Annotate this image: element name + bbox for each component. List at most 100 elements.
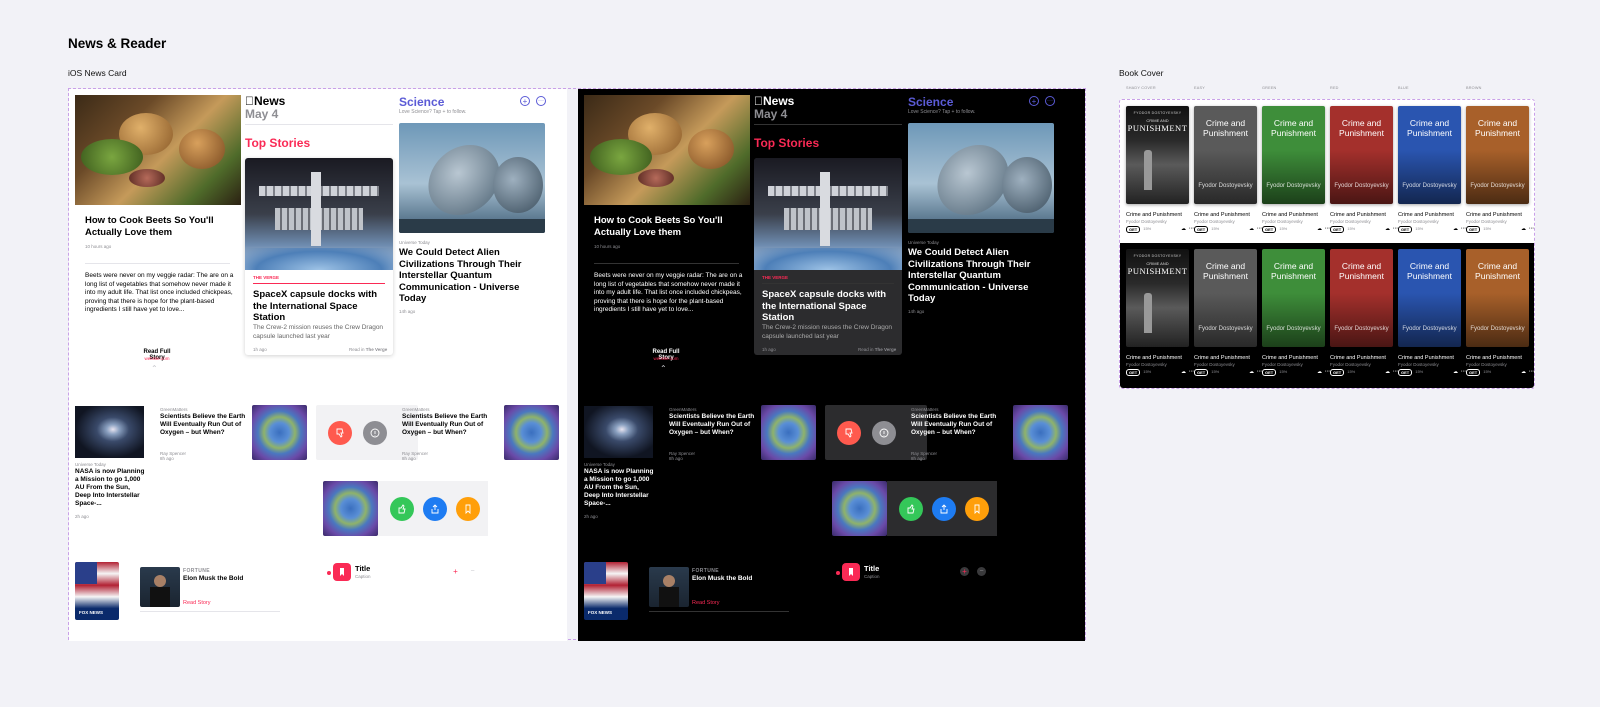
photo-cover-title: PUNISHMENT — [1127, 123, 1188, 133]
book-cover[interactable]: Crime and Punishment Fyodor Dostoyevsky — [1330, 249, 1393, 347]
cloud-icon[interactable]: ☁ — [1249, 369, 1254, 376]
satellite-dish-image[interactable] — [908, 123, 1054, 233]
get-button[interactable]: GET — [1330, 369, 1345, 376]
elon-musk-image[interactable] — [140, 567, 180, 607]
recipe-site[interactable]: website.com — [137, 356, 177, 361]
top-story-card[interactable]: THE VERGE SpaceX capsule docks with the … — [754, 158, 902, 355]
get-button[interactable]: GET — [1262, 226, 1277, 233]
book-cover[interactable]: FYODOR DOSTOYEVSKY CRIME AND PUNISHMENT — [1126, 249, 1189, 347]
recipe-image[interactable] — [584, 95, 750, 205]
ellipsis-icon: ··· — [538, 98, 544, 104]
cloud-icon[interactable]: ☁ — [1385, 226, 1390, 233]
book-cover[interactable]: Crime and Punishment Fyodor Dostoyevsky — [1466, 106, 1529, 204]
cloud-icon[interactable]: ☁ — [1181, 369, 1186, 376]
get-button[interactable]: GET — [1398, 369, 1413, 376]
book-cover[interactable]: Crime and Punishment Fyodor Dostoyevsky — [1398, 249, 1461, 347]
dislike-button[interactable] — [328, 421, 352, 445]
book-meta: Crime and Punishment Fyodor Dostoyevsky GE… — [1126, 212, 1194, 233]
satellite-dish-image[interactable] — [399, 123, 545, 233]
share-button[interactable] — [932, 497, 956, 521]
more-button[interactable]: ··· — [1045, 96, 1055, 106]
book-cover[interactable]: Crime and Punishment Fyodor Dostoyevsky — [1194, 106, 1257, 204]
science-title[interactable]: We Could Detect Alien Civilizations Thro… — [908, 247, 1054, 305]
read-story-link[interactable]: Read Story — [183, 600, 211, 606]
cloud-icon[interactable]: ☁ — [1181, 226, 1186, 233]
book-cover[interactable]: Crime and Punishment Fyodor Dostoyevsky — [1262, 249, 1325, 347]
book-cover[interactable]: FYODOR DOSTOYEVSKY CRIME AND PUNISHMENT — [1126, 106, 1189, 204]
oxygen2-title[interactable]: Scientists Believe the Earth Will Eventu… — [402, 413, 494, 437]
cloud-icon[interactable]: ☁ — [1317, 226, 1322, 233]
chevron-up-icon[interactable]: ⌃ — [660, 364, 667, 373]
share-button[interactable] — [423, 497, 447, 521]
get-button[interactable]: GET — [1466, 369, 1481, 376]
book-cover[interactable]: Crime and Punishment Fyodor Dostoyevsky — [1262, 106, 1325, 204]
earth-image-3[interactable] — [323, 481, 378, 536]
get-button[interactable]: GET — [1262, 369, 1277, 376]
read-story-link[interactable]: Read Story — [692, 600, 720, 606]
like-button[interactable] — [899, 497, 923, 521]
earth-image[interactable] — [761, 405, 816, 460]
ellipsis-icon[interactable]: ··· — [1529, 226, 1534, 233]
get-button[interactable]: GET — [1126, 226, 1141, 233]
recipe-title[interactable]: How to Cook Beets So You'll Actually Lov… — [85, 215, 235, 238]
elon-musk-image[interactable] — [649, 567, 689, 607]
earth-image-2[interactable] — [504, 405, 559, 460]
get-button[interactable]: GET — [1398, 226, 1413, 233]
earth-image[interactable] — [252, 405, 307, 460]
list-title[interactable]: Title — [864, 564, 879, 573]
book-cover[interactable]: Crime and Punishment Fyodor Dostoyevsky — [1330, 106, 1393, 204]
get-button[interactable]: GET — [1194, 369, 1209, 376]
recipe-image[interactable] — [75, 95, 241, 205]
get-button[interactable]: GET — [1466, 226, 1481, 233]
oxygen2-title[interactable]: Scientists Believe the Earth Will Eventu… — [911, 413, 1003, 437]
add-button[interactable]: + — [451, 567, 460, 576]
cloud-icon[interactable]: ☁ — [1249, 226, 1254, 233]
earth-image-2[interactable] — [1013, 405, 1068, 460]
top-story-title[interactable]: SpaceX capsule docks with the Internatio… — [762, 289, 896, 324]
fortune-title[interactable]: Elon Musk the Bold — [692, 575, 752, 582]
recipe-title[interactable]: How to Cook Beets So You'll Actually Lov… — [594, 215, 744, 238]
cloud-icon[interactable]: ☁ — [1453, 369, 1458, 376]
top-story-summary: The Crew-2 mission reuses the Crew Drago… — [762, 324, 893, 340]
nasa-title[interactable]: NASA is now Planning a Mission to go 1,0… — [584, 468, 654, 508]
get-button[interactable]: GET — [1330, 226, 1345, 233]
book-cover[interactable]: Crime and Punishment Fyodor Dostoyevsky — [1398, 106, 1461, 204]
chevron-up-icon[interactable]: ⌃ — [151, 364, 158, 373]
nebula-image[interactable] — [75, 406, 144, 458]
get-button[interactable]: GET — [1126, 369, 1141, 376]
bookmark-button[interactable] — [965, 497, 989, 521]
nasa-title[interactable]: NASA is now Planning a Mission to go 1,0… — [75, 468, 145, 508]
fox-news-thumbnail[interactable]: FOX NEWS — [75, 562, 119, 620]
report-button[interactable] — [872, 421, 896, 445]
like-button[interactable] — [390, 497, 414, 521]
earth-image-3[interactable] — [832, 481, 887, 536]
oxygen-title[interactable]: Scientists Believe the Earth Will Eventu… — [669, 413, 761, 437]
cloud-icon[interactable]: ☁ — [1521, 226, 1526, 233]
follow-plus-button[interactable]: + — [520, 96, 530, 106]
cloud-icon[interactable]: ☁ — [1385, 369, 1390, 376]
add-button[interactable]: + — [960, 567, 969, 576]
nebula-image[interactable] — [584, 406, 653, 458]
oxygen-title[interactable]: Scientists Believe the Earth Will Eventu… — [160, 413, 252, 437]
recipe-site[interactable]: website.com — [646, 356, 686, 361]
follow-plus-button[interactable]: + — [1029, 96, 1039, 106]
book-cover[interactable]: Crime and Punishment Fyodor Dostoyevsky — [1194, 249, 1257, 347]
remove-button[interactable]: − — [977, 567, 986, 576]
remove-button[interactable]: − — [468, 567, 477, 576]
cloud-icon[interactable]: ☁ — [1317, 369, 1322, 376]
report-button[interactable] — [363, 421, 387, 445]
science-title[interactable]: We Could Detect Alien Civilizations Thro… — [399, 247, 545, 305]
bookmark-button[interactable] — [456, 497, 480, 521]
list-title[interactable]: Title — [355, 564, 370, 573]
book-cover[interactable]: Crime and Punishment Fyodor Dostoyevsky — [1466, 249, 1529, 347]
cloud-icon[interactable]: ☁ — [1453, 226, 1458, 233]
more-button[interactable]: ··· — [536, 96, 546, 106]
ellipsis-icon[interactable]: ··· — [1529, 369, 1534, 376]
top-story-title[interactable]: SpaceX capsule docks with the Internatio… — [253, 289, 387, 324]
fortune-title[interactable]: Elon Musk the Bold — [183, 575, 243, 582]
dislike-button[interactable] — [837, 421, 861, 445]
top-story-card[interactable]: THE VERGE SpaceX capsule docks with the … — [245, 158, 393, 355]
cloud-icon[interactable]: ☁ — [1521, 369, 1526, 376]
fox-news-thumbnail[interactable]: FOX NEWS — [584, 562, 628, 620]
get-button[interactable]: GET — [1194, 226, 1209, 233]
